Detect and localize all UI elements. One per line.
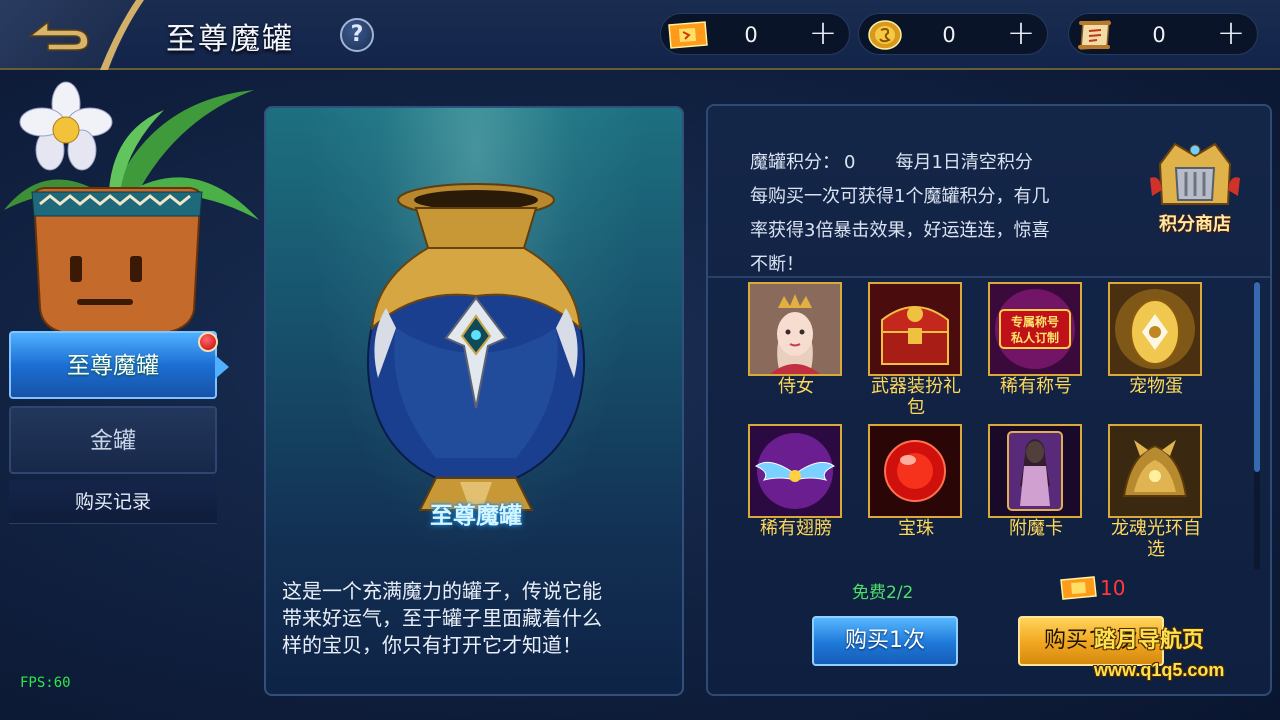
- notification-dot: [198, 332, 218, 352]
- rewards-scroll-thumb[interactable]: [1254, 282, 1260, 472]
- reward-label: 稀有翅膀: [734, 518, 858, 539]
- orb-icon: [870, 426, 960, 516]
- reward-label-line: 选: [1147, 539, 1165, 560]
- purchase-history-link[interactable]: 购买记录: [9, 480, 217, 524]
- wings-icon: [750, 426, 840, 516]
- reward-label: 龙魂光环自 选: [1094, 518, 1218, 560]
- currency-scroll: 0 +: [1068, 13, 1258, 55]
- points-shop-button[interactable]: 积分商店: [1140, 134, 1250, 244]
- title-badge-text: 私人订制: [1010, 330, 1059, 345]
- title-divider-icon: [100, 0, 144, 70]
- add-coupon-button[interactable]: +: [805, 16, 841, 52]
- currency-coupon: 0 +: [660, 13, 850, 55]
- reward-label-line: 稀有称号: [1000, 376, 1072, 397]
- reward-label: 稀有称号: [974, 376, 1098, 397]
- pet-egg-icon: [1110, 284, 1200, 374]
- reward-item-rare-wings[interactable]: [748, 424, 842, 518]
- gold-coin-icon: [868, 20, 902, 50]
- jar-description-line: 这是一个充满魔力的罐子，传说它能: [282, 579, 602, 603]
- title-badge-icon: 专属称号 私人订制: [990, 284, 1080, 374]
- reward-label: 附魔卡: [974, 518, 1098, 539]
- divider: [708, 276, 1270, 278]
- add-scroll-button[interactable]: +: [1213, 16, 1249, 52]
- shop-label: 积分商店: [1159, 214, 1231, 235]
- dragon-aura-icon: [1110, 426, 1200, 516]
- reward-label: 宠物蛋: [1094, 376, 1218, 397]
- rule-line: 每购买一次可获得1个魔罐积分，有几: [750, 186, 1050, 207]
- enchant-card-icon: [990, 426, 1080, 516]
- ten-cost: 10: [1100, 576, 1126, 600]
- reward-label-line: 宝珠: [898, 518, 934, 539]
- treasure-chest-icon: [870, 284, 960, 374]
- scroll-count: 0: [1152, 23, 1166, 47]
- watermark-url: www.q1q5.com: [1094, 660, 1225, 680]
- reward-label: 侍女: [734, 376, 858, 397]
- reward-label-line: 附魔卡: [1009, 518, 1063, 539]
- title-badge-text: 专属称号: [1011, 314, 1059, 329]
- rule-line: 率获得3倍暴击效果，好运连连，惊喜: [750, 220, 1050, 241]
- currency-gold: 0 +: [858, 13, 1048, 55]
- free-count: 免费2/2: [852, 583, 914, 603]
- back-arrow-icon: [27, 20, 89, 51]
- reward-label-line: 龙魂光环自: [1111, 518, 1201, 539]
- points-value: 0: [844, 152, 856, 173]
- help-icon[interactable]: ?: [340, 18, 374, 52]
- reward-label: 武器装扮礼 包: [854, 376, 978, 418]
- reward-label: 宝珠: [854, 518, 978, 539]
- jar-info: 魔罐积分： 0 每月1日清空积分 每购买一次可获得1个魔罐积分，有几 率获得3倍暴击…: [750, 146, 1090, 282]
- jar-description-line: 带来好运气，至于罐子里面藏着什么: [282, 606, 602, 630]
- points-label: 魔罐积分：: [750, 152, 840, 173]
- coupon-count: 0: [744, 23, 758, 47]
- supreme-jar-icon: [366, 183, 586, 511]
- reward-label-line: 武器装扮礼: [871, 376, 961, 397]
- coupon-icon: [668, 21, 708, 49]
- reward-item-weapon-pack[interactable]: [868, 282, 962, 376]
- jar-description-line: 样的宝贝，你只有打开它才知道！: [282, 633, 582, 657]
- reward-label-line: 包: [907, 397, 925, 418]
- page-title: 至尊魔罐: [166, 22, 294, 57]
- rewards-panel: 魔罐积分： 0 每月1日清空积分 每购买一次可获得1个魔罐积分，有几 率获得3倍暴击…: [706, 104, 1272, 696]
- reward-item-maid[interactable]: [748, 282, 842, 376]
- reward-item-pet-egg[interactable]: [1108, 282, 1202, 376]
- buy-once-button[interactable]: 购买1次: [812, 616, 958, 666]
- reward-label-line: 宠物蛋: [1129, 376, 1183, 397]
- gold-count: 0: [942, 23, 956, 47]
- reward-label-line: 稀有翅膀: [760, 518, 832, 539]
- points-row: 魔罐积分： 0 每月1日清空积分: [750, 146, 1090, 180]
- maid-portrait-icon: [750, 284, 840, 374]
- watermark-title: 踏月导航页: [1094, 627, 1205, 652]
- coupon-icon: [1060, 576, 1097, 600]
- tab-gold-jar[interactable]: 金罐: [9, 406, 217, 474]
- scroll-icon: [1078, 20, 1111, 50]
- tab-supreme-jar[interactable]: 至尊魔罐: [9, 331, 229, 399]
- reward-label-line: 侍女: [778, 376, 814, 397]
- flowerpot-mascot-icon: [4, 81, 259, 335]
- jar-name: 至尊魔罐: [430, 503, 522, 529]
- reward-item-dragon-aura[interactable]: [1108, 424, 1202, 518]
- reward-item-enchant-card[interactable]: [988, 424, 1082, 518]
- add-gold-button[interactable]: +: [1003, 16, 1039, 52]
- reward-item-orb[interactable]: [868, 424, 962, 518]
- jar-panel: 至尊魔罐 这是一个充满魔力的罐子，传说它能 带来好运气，至于罐子里面藏着什么 样…: [264, 106, 684, 696]
- jar-description: 这是一个充满魔力的罐子，传说它能 带来好运气，至于罐子里面藏着什么 样的宝贝，你…: [282, 578, 672, 659]
- reset-note: 每月1日清空积分: [895, 152, 1033, 173]
- fps-counter: FPS:60: [20, 675, 71, 691]
- reward-item-rare-title[interactable]: 专属称号 私人订制: [988, 282, 1082, 376]
